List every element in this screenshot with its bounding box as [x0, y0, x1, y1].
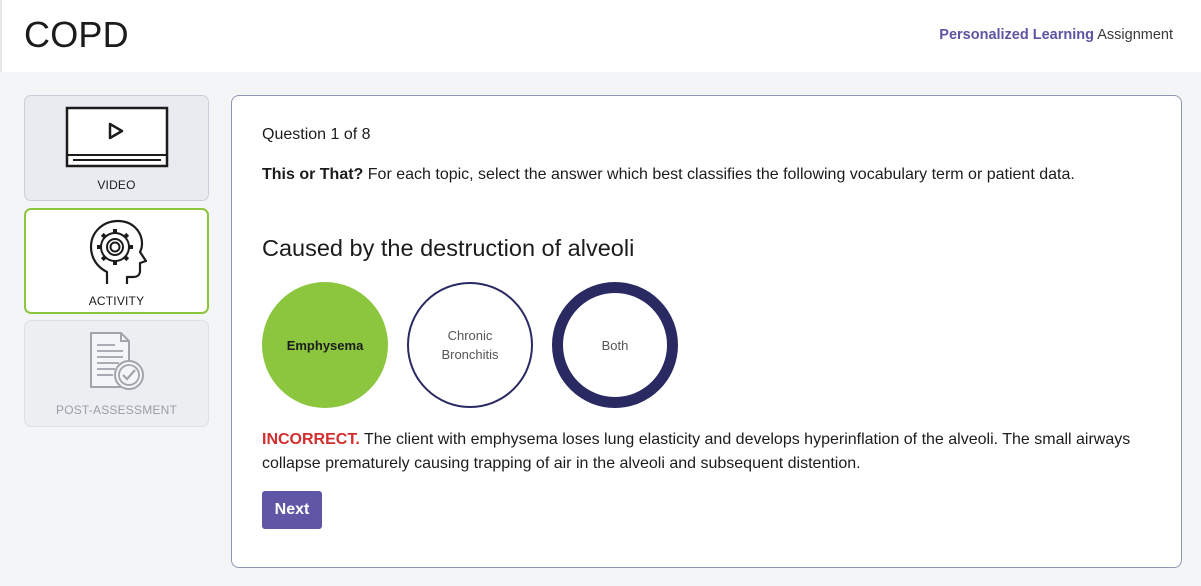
head-gear-icon	[89, 219, 147, 284]
next-button[interactable]: Next	[262, 491, 322, 529]
video-player-icon	[65, 106, 168, 168]
choice-chronic-bronchitis[interactable]: Chronic Bronchitis	[407, 282, 533, 408]
sidebar-item-activity[interactable]: ACTIVITY	[24, 208, 209, 314]
sidebar-item-post-assessment: POST-ASSESSMENT	[24, 320, 209, 427]
assignment-type-strong: Personalized Learning	[939, 27, 1094, 43]
assignment-type-rest: Assignment	[1097, 27, 1173, 43]
choice-label: Emphysema	[286, 337, 364, 353]
sidebar-item-video[interactable]: VIDEO	[24, 95, 209, 201]
question-prompt: Caused by the destruction of alveoli	[262, 235, 635, 261]
assignment-type-label: Personalized Learning Assignment	[939, 27, 1173, 43]
choice-emphysema[interactable]: Emphysema	[262, 282, 388, 408]
choice-label: Chronic Bronchitis	[441, 328, 499, 362]
activity-panel: Question 1 of 8 This or That? For each t…	[231, 95, 1182, 568]
app-header: COPD Personalized Learning Assignment	[0, 0, 1201, 72]
instructions-heading: This or That?	[262, 166, 364, 183]
sidebar-item-label: VIDEO	[97, 178, 136, 192]
feedback-text: The client with emphysema loses lung ela…	[262, 431, 1131, 472]
question-counter: Question 1 of 8	[262, 126, 371, 143]
page-title: COPD	[24, 14, 129, 55]
sidebar-item-label: ACTIVITY	[88, 294, 145, 308]
sidebar-item-label: POST-ASSESSMENT	[55, 403, 178, 417]
instructions: This or That? For each topic, select the…	[262, 166, 1075, 184]
choice-both[interactable]: Both	[552, 282, 678, 408]
feedback-verdict: INCORRECT.	[262, 431, 360, 448]
answer-feedback: INCORRECT. The client with emphysema los…	[262, 428, 1132, 476]
choice-label: Both	[601, 337, 629, 353]
instructions-text: For each topic, select the answer which …	[367, 166, 1075, 183]
document-check-icon	[89, 332, 144, 390]
